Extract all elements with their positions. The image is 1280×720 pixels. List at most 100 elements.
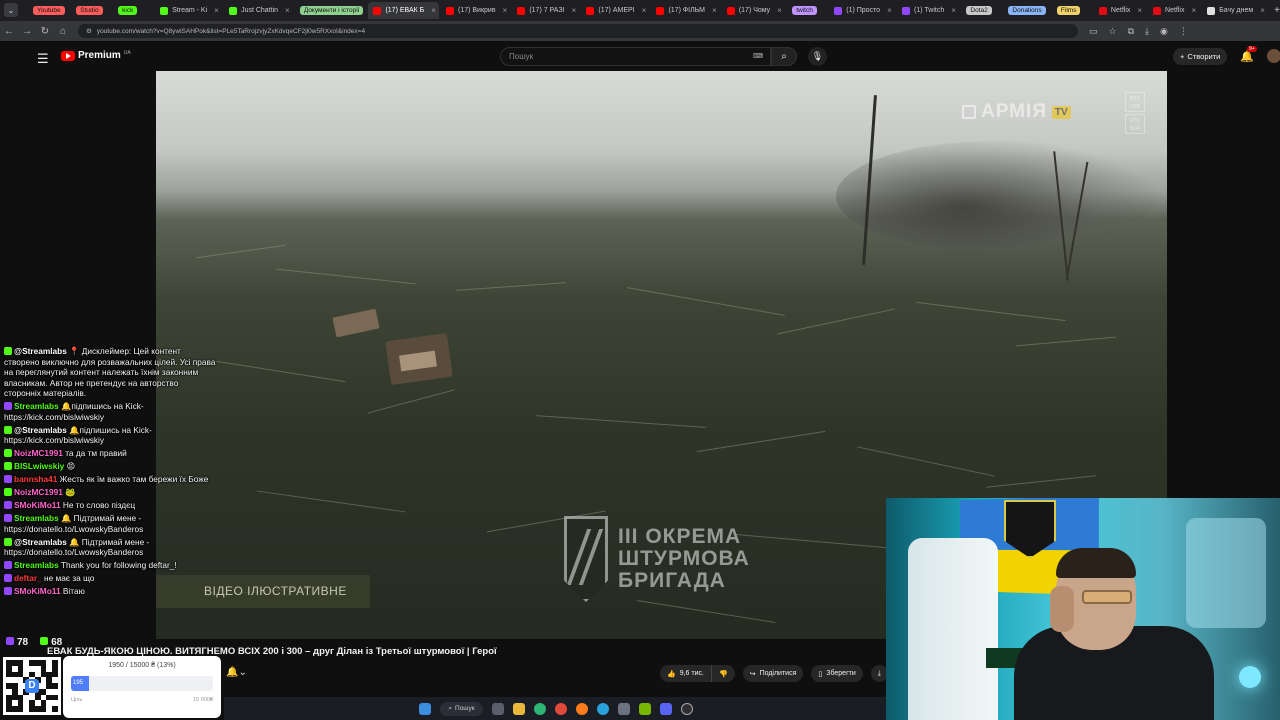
grass-streak <box>196 244 286 259</box>
kick-badge-icon <box>4 537 12 546</box>
cast-icon[interactable]: ▭ <box>1089 26 1098 37</box>
home-icon[interactable]: ⌂ <box>54 26 72 37</box>
close-tab-icon[interactable]: × <box>1191 6 1196 15</box>
tab-group-label[interactable]: Studio <box>76 6 103 15</box>
back-icon[interactable]: ← <box>0 26 18 37</box>
tab-title: Netflix <box>1165 7 1185 14</box>
grass-streak <box>216 360 346 383</box>
profile-icon[interactable]: ◉ <box>1160 26 1168 37</box>
windows-taskbar: ⌕ Пошук <box>224 697 888 720</box>
brigade-line: ШТУРМОВА <box>618 547 750 570</box>
browser-tab[interactable]: Документи і історії <box>295 2 367 19</box>
browser-tab[interactable]: twitch <box>787 2 827 19</box>
telegram-icon[interactable] <box>596 702 609 715</box>
nvidia-icon[interactable] <box>638 702 651 715</box>
create-button[interactable]: + Створити <box>1173 48 1228 65</box>
tab-favicon-icon <box>834 6 843 15</box>
browser-tab[interactable]: Donations <box>1003 2 1050 19</box>
download-icon[interactable]: ⤓ <box>1145 26 1149 37</box>
obs-icon[interactable] <box>680 702 693 715</box>
tab-group-label[interactable]: Films <box>1056 6 1081 15</box>
firefox-icon[interactable] <box>575 702 588 715</box>
browser-tab[interactable]: (17) ЕВАК Б × <box>368 2 439 19</box>
address-url: youtube.com/watch?v=Q8ywlSAHPok&list=PLe… <box>96 27 366 35</box>
chat-text: та да тм правий <box>65 448 127 458</box>
tab-group-label[interactable]: kick <box>118 6 138 15</box>
close-tab-icon[interactable]: × <box>1137 6 1142 15</box>
browser-tab[interactable]: (17) 7 РАЗІ × <box>512 2 579 19</box>
browser-tab[interactable]: (17) ФІЛЬМ × <box>651 2 719 19</box>
browser-tab[interactable]: Youtube <box>28 2 69 19</box>
webcam-streamer-glasses <box>1082 590 1132 604</box>
dislike-button[interactable]: 👎 <box>711 665 735 682</box>
new-tab-icon[interactable]: + <box>1274 5 1280 16</box>
edge-icon[interactable] <box>533 702 546 715</box>
keyboard-icon[interactable]: ⌨ <box>753 52 763 60</box>
tab-group-label[interactable]: Donations <box>1008 6 1046 15</box>
windows-start-icon[interactable] <box>419 702 432 715</box>
close-tab-icon[interactable]: × <box>712 6 717 15</box>
bell-settings-icon[interactable]: 🔔⌄ <box>226 667 247 678</box>
like-button[interactable]: 👍 9,6 тис. <box>660 665 712 682</box>
search-button[interactable]: ⌕ <box>771 47 797 66</box>
browser-tab[interactable]: (17) Викрив × <box>441 2 510 19</box>
chat-text: Не то слово піздєц <box>62 500 136 510</box>
site-info-icon[interactable]: ⚙ <box>86 27 92 35</box>
browser-menu-icon[interactable]: ⋮ <box>1179 26 1188 37</box>
browser-tab[interactable]: (1) Просто × <box>829 2 895 19</box>
browser-tab[interactable]: Бачу днем × <box>1202 2 1268 19</box>
browser-tab[interactable]: Just Chattin × <box>224 2 293 19</box>
grass-streak <box>636 600 776 623</box>
tab-group-label[interactable]: Документи і історії <box>299 6 364 15</box>
browser-tab[interactable]: (17) Чому × <box>722 2 785 19</box>
twitch-badge-icon <box>4 475 12 483</box>
taskbar-search-label: Пошук <box>455 705 475 712</box>
taskbar-search[interactable]: ⌕ Пошук <box>440 701 483 716</box>
voice-search-button[interactable]: 🎙 <box>808 47 827 66</box>
close-tab-icon[interactable]: × <box>1260 6 1265 15</box>
browser-tab[interactable]: (1) Twitch × <box>897 2 959 19</box>
share-button[interactable]: ↪ Поділитися <box>742 665 804 682</box>
close-tab-icon[interactable]: × <box>777 6 782 15</box>
browser-tab[interactable]: Films <box>1052 2 1092 19</box>
tab-group-label[interactable]: Dota2 <box>966 6 992 15</box>
search-input[interactable]: Пошук <box>500 47 771 66</box>
tab-group-label[interactable]: twitch <box>792 6 817 15</box>
close-tab-icon[interactable]: × <box>951 6 956 15</box>
browser-tab[interactable]: Netflix × <box>1094 2 1146 19</box>
twitch-badge-icon <box>4 561 12 569</box>
browser-tab[interactable]: (17) АМЕРІ × <box>581 2 649 19</box>
youtube-logo[interactable]: Premium UA <box>61 50 131 61</box>
chat-message: SMoKiMo11 Вітаю <box>4 586 216 597</box>
file-explorer-icon[interactable] <box>512 702 525 715</box>
tab-search-button[interactable]: ⌄ <box>4 3 18 17</box>
close-tab-icon[interactable]: × <box>642 6 647 15</box>
close-tab-icon[interactable]: × <box>214 6 219 15</box>
close-tab-icon[interactable]: × <box>285 6 290 15</box>
discord-icon[interactable] <box>659 702 672 715</box>
chrome-icon[interactable] <box>554 702 567 715</box>
bookmark-star-icon[interactable]: ☆ <box>1109 26 1117 37</box>
close-tab-icon[interactable]: × <box>572 6 577 15</box>
app-icon[interactable] <box>617 702 630 715</box>
close-tab-icon[interactable]: × <box>503 6 508 15</box>
close-tab-icon[interactable]: × <box>431 6 436 15</box>
browser-tab[interactable]: kick <box>113 2 153 19</box>
avatar[interactable] <box>1267 49 1280 63</box>
reload-icon[interactable]: ↻ <box>36 26 54 37</box>
browser-tab[interactable]: Netflix × <box>1148 2 1200 19</box>
address-bar[interactable]: ⚙ youtube.com/watch?v=Q8ywlSAHPok&list=P… <box>78 24 1078 38</box>
guide-menu-icon[interactable]: ☰ <box>37 51 49 67</box>
chat-message: Streamlabs 🔔підпишись на Kick- https://k… <box>4 401 216 422</box>
extensions-icon[interactable]: ⧉ <box>1128 26 1134 37</box>
close-tab-icon[interactable]: × <box>887 6 892 15</box>
task-view-icon[interactable] <box>491 702 504 715</box>
webcam-overlay <box>886 498 1280 720</box>
forward-icon[interactable]: → <box>18 26 36 37</box>
chat-message: NoizMC1991 🐸 <box>4 487 216 498</box>
browser-tab[interactable]: Studio <box>71 2 111 19</box>
browser-tab[interactable]: Stream - Ki × <box>155 2 222 19</box>
browser-tab[interactable]: Dota2 <box>961 2 1001 19</box>
tab-group-label[interactable]: Youtube <box>33 6 65 15</box>
save-button[interactable]: ▯ Зберегти <box>811 665 863 682</box>
